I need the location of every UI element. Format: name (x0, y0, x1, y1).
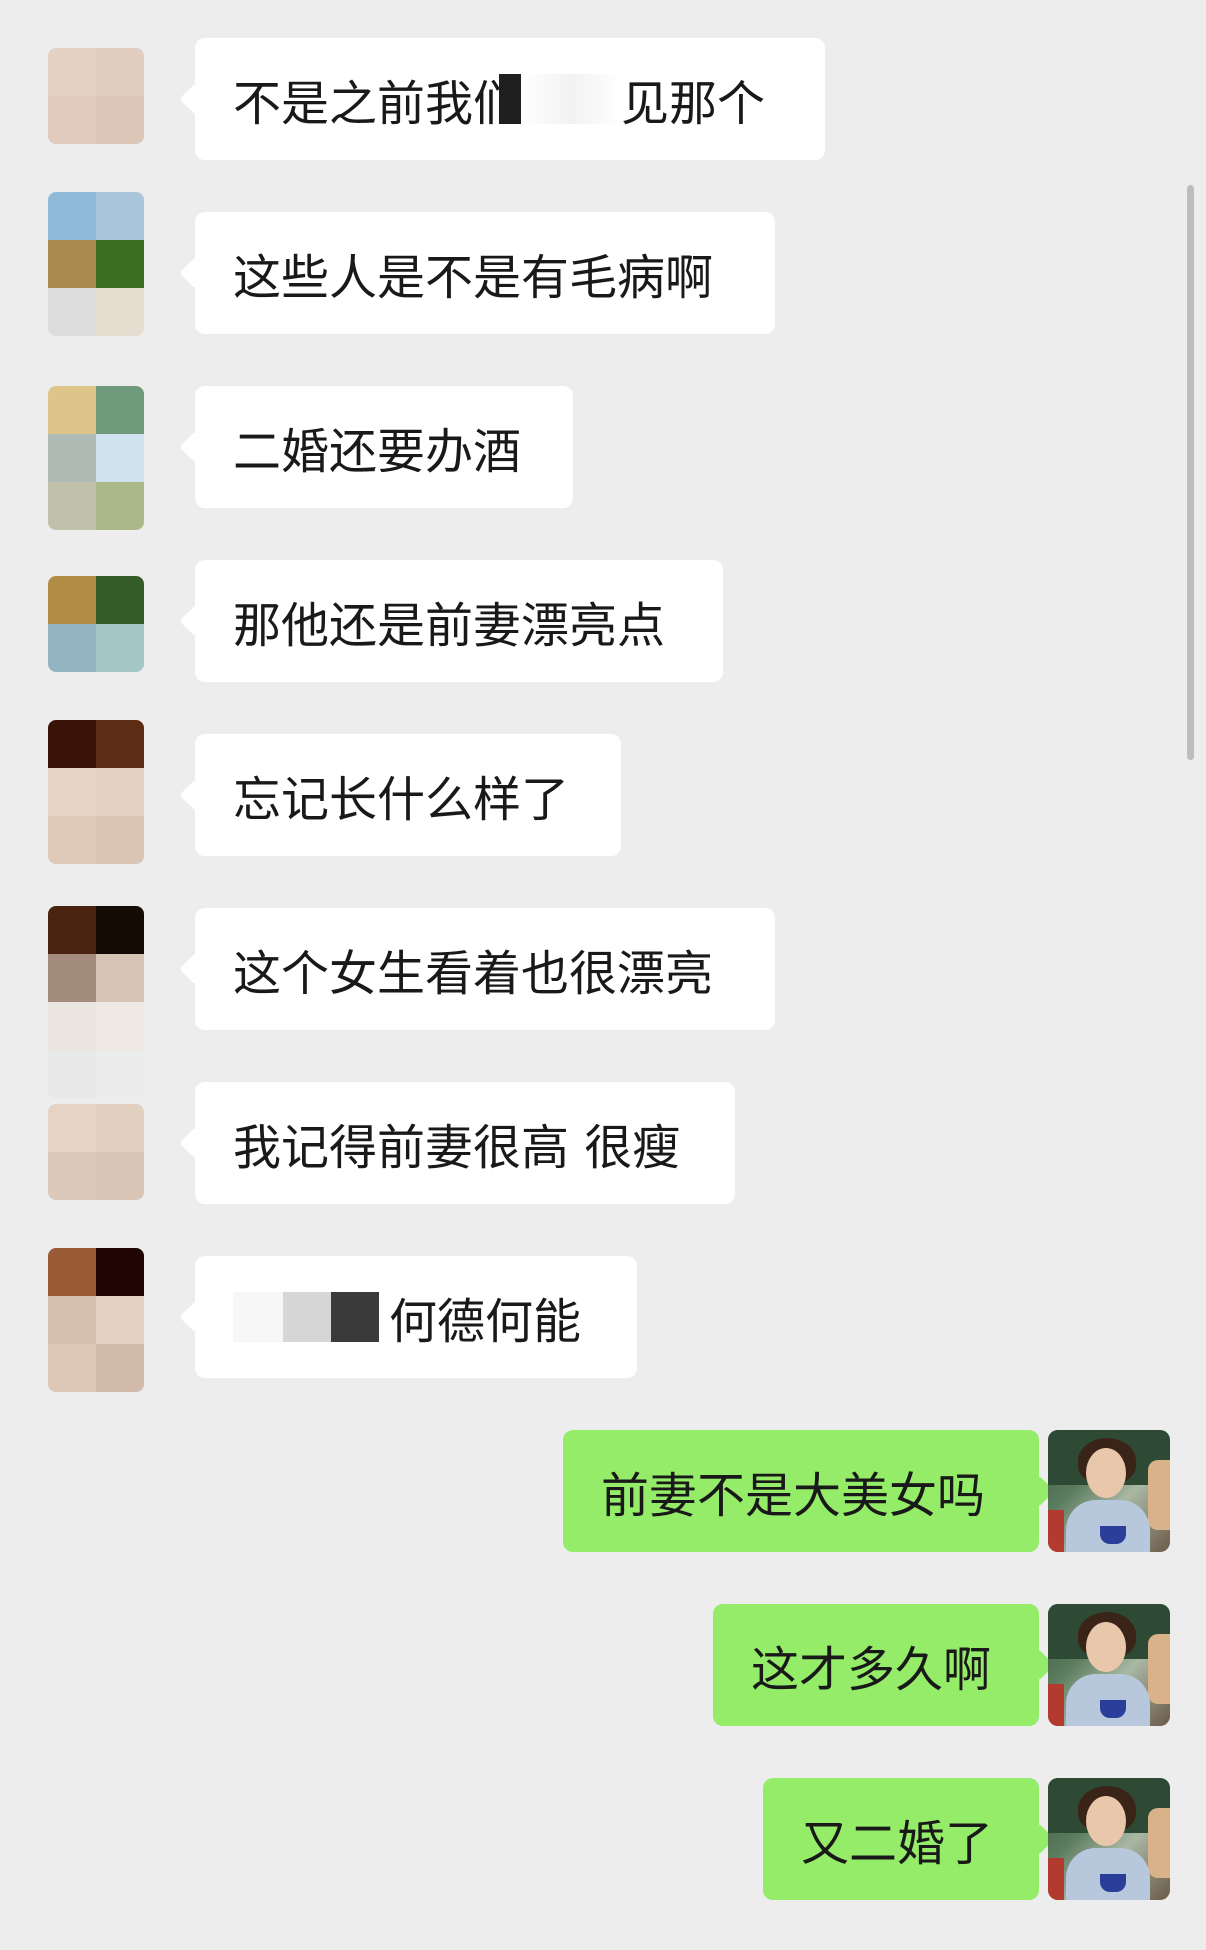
contact-avatar[interactable] (48, 48, 144, 144)
message-text: 我记得前妻很高 很瘦 (233, 1120, 681, 1176)
my-avatar[interactable] (1048, 1430, 1170, 1552)
incoming-message-bubble[interactable]: 这些人是不是有毛病啊 (195, 212, 775, 334)
redaction-mask (331, 1292, 379, 1342)
contact-avatar[interactable] (48, 576, 144, 672)
message-row: 我记得前妻很高 很瘦 (0, 1082, 1206, 1204)
redaction-mask (499, 74, 522, 124)
contact-avatar[interactable] (48, 906, 144, 1098)
message-text: 前妻不是大美女吗 (601, 1468, 986, 1524)
message-text: 这才多久啊 (751, 1642, 992, 1698)
outgoing-message-bubble[interactable]: 这才多久啊 (713, 1604, 1039, 1726)
message-row: 何德何能 (0, 1248, 1206, 1392)
contact-avatar[interactable] (48, 386, 144, 530)
redaction-mask (233, 1292, 283, 1342)
message-text: 忘记长什么样了 (233, 772, 570, 828)
outgoing-message-bubble[interactable]: 又二婚了 (763, 1778, 1039, 1900)
message-text: 这些人是不是有毛病啊 (233, 250, 714, 306)
outgoing-message-bubble[interactable]: 前妻不是大美女吗 (563, 1430, 1039, 1552)
my-avatar[interactable] (1048, 1778, 1170, 1900)
message-row: 不是之前我们 见那个 (0, 38, 1206, 160)
message-row: 这才多久啊 (0, 1604, 1206, 1726)
message-text: 二婚还要办酒 (233, 424, 522, 480)
contact-avatar[interactable] (48, 1104, 144, 1200)
message-text: 又二婚了 (801, 1816, 994, 1872)
message-row: 二婚还要办酒 (0, 386, 1206, 530)
contact-avatar[interactable] (48, 720, 144, 864)
incoming-message-bubble[interactable]: 这个女生看着也很漂亮 (195, 908, 775, 1030)
message-row: 忘记长什么样了 (0, 720, 1206, 864)
contact-avatar[interactable] (48, 1248, 144, 1392)
incoming-message-bubble[interactable]: 不是之前我们 见那个 (195, 38, 825, 160)
redaction-mask (521, 74, 622, 124)
message-text: 这个女生看着也很漂亮 (233, 946, 714, 1002)
message-row: 这些人是不是有毛病啊 (0, 192, 1206, 336)
incoming-message-bubble[interactable]: 二婚还要办酒 (195, 386, 573, 508)
incoming-message-bubble[interactable]: 那他还是前妻漂亮点 (195, 560, 723, 682)
incoming-message-bubble[interactable]: 何德何能 (195, 1256, 637, 1378)
message-row: 前妻不是大美女吗 (0, 1430, 1206, 1552)
message-text: 何德何能 (389, 1294, 582, 1350)
redaction-mask (283, 1292, 331, 1342)
message-text: 那他还是前妻漂亮点 (233, 598, 666, 654)
chat-message-list[interactable]: 不是之前我们 见那个 这些人是不是有毛病啊 二婚还要办酒 那他还是前妻漂亮点 忘… (0, 0, 1206, 1950)
message-text-part: 见那个 (621, 76, 766, 132)
message-row: 又二婚了 (0, 1778, 1206, 1900)
incoming-message-bubble[interactable]: 我记得前妻很高 很瘦 (195, 1082, 735, 1204)
message-text-part: 不是之前我们 (233, 76, 522, 132)
message-row: 那他还是前妻漂亮点 (0, 560, 1206, 682)
contact-avatar[interactable] (48, 192, 144, 336)
incoming-message-bubble[interactable]: 忘记长什么样了 (195, 734, 621, 856)
my-avatar[interactable] (1048, 1604, 1170, 1726)
message-row: 这个女生看着也很漂亮 (0, 906, 1206, 1098)
chat-scrollbar[interactable] (1187, 185, 1194, 760)
